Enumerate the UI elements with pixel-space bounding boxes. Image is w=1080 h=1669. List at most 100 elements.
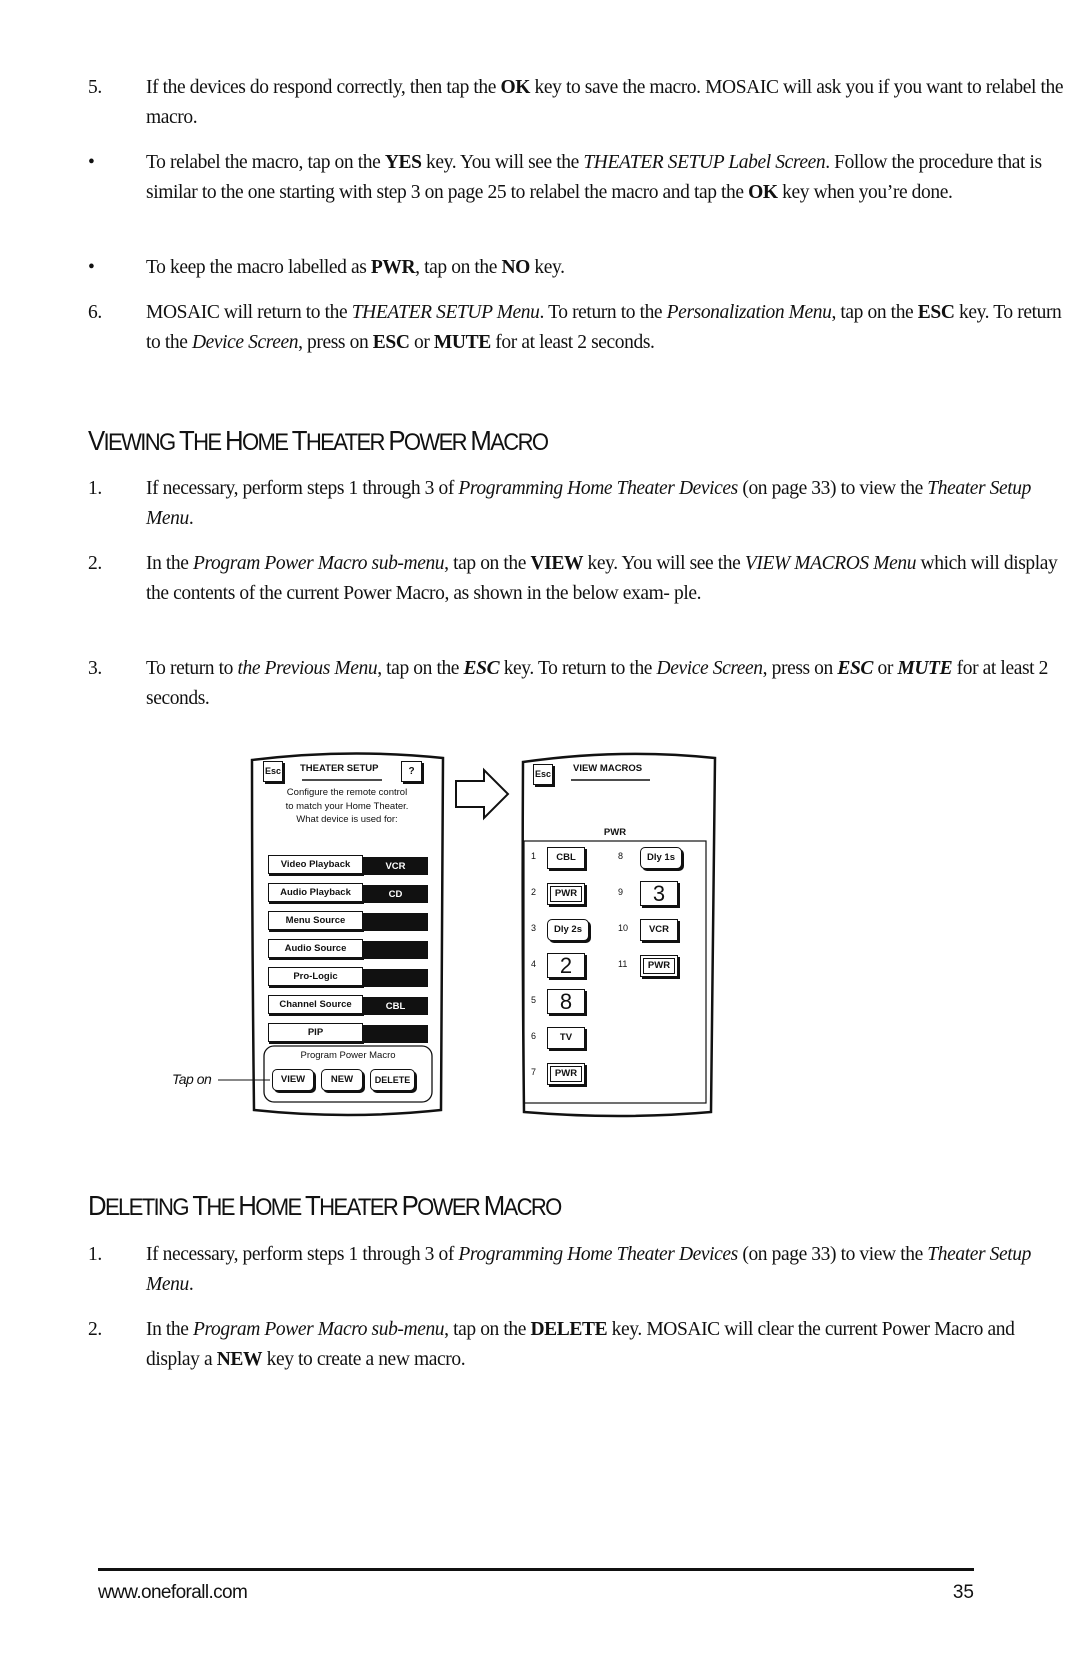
emphasis-key: DELETE: [530, 1319, 608, 1340]
emphasis-key: MUTE: [897, 658, 953, 679]
tap-on-callout: Tap on: [172, 1071, 212, 1087]
emphasis-term: Program Power Macro sub-menu: [193, 1319, 445, 1340]
setting-value: CD: [363, 885, 428, 903]
emphasis-term: THEATER SETUP Label Screen: [583, 152, 826, 173]
emphasis-key: PWR: [370, 257, 416, 278]
macro-step-key[interactable]: 3: [640, 881, 678, 906]
emphasis-term: VIEW MACROS Menu: [744, 553, 917, 574]
setting-label: Channel Source: [268, 995, 363, 1014]
macro-step-key[interactable]: Dly 1s: [640, 847, 682, 869]
macro-step-number: 8: [618, 851, 624, 861]
macro-step-key[interactable]: TV: [547, 1027, 585, 1049]
bullet-text: To keep the macro labelled as PWR, tap o…: [146, 257, 565, 278]
setting-label: Menu Source: [268, 911, 363, 930]
section-heading-deleting: DELETING THE HOME THEATER POWER MACRO: [88, 1190, 562, 1221]
setting-value: VCR: [363, 857, 428, 875]
macro-step-number: 6: [531, 1031, 537, 1041]
program-power-macro-title: Program Power Macro: [300, 1050, 396, 1061]
macro-step-number: 10: [618, 923, 629, 933]
bullet-marker: •: [88, 152, 95, 173]
bullet-marker: •: [88, 257, 95, 278]
bullet-text: To relabel the macro, tap on the YES key…: [146, 152, 1042, 203]
step-text: If necessary, perform steps 1 through 3 …: [146, 478, 1031, 529]
help-button[interactable]: ?: [401, 761, 422, 782]
step-marker: 2.: [88, 1319, 102, 1340]
emphasis-term: Programming Home Theater Devices: [458, 1244, 738, 1265]
macro-step-number: 4: [531, 959, 537, 969]
step-text: To return to the Previous Menu, tap on t…: [146, 658, 1048, 709]
view-button[interactable]: VIEW: [272, 1069, 314, 1091]
description-line: Configure the remote control: [286, 787, 408, 798]
step-marker: 6.: [88, 302, 102, 323]
step-marker: 2.: [88, 553, 102, 574]
macro-step-number: 2: [531, 887, 537, 897]
macro-step-number: 1: [531, 851, 537, 861]
emphasis-key: OK: [500, 77, 531, 98]
emphasis-term: the Previous Menu: [237, 658, 378, 679]
emphasis-key: VIEW: [530, 553, 584, 574]
macro-step-number: 7: [531, 1067, 537, 1077]
setting-label: Audio Source: [268, 939, 363, 958]
setting-audio-playback[interactable]: Audio Playback CD: [268, 883, 428, 903]
emphasis-key: MUTE: [433, 332, 491, 353]
macro-step-key[interactable]: PWR: [547, 1063, 585, 1085]
emphasis-key: OK: [748, 182, 778, 203]
setting-label: Video Playback: [268, 855, 363, 874]
setting-pip[interactable]: PIP: [268, 1023, 428, 1043]
emphasis-key: NO: [501, 257, 531, 278]
description-line: What device is used for:: [296, 814, 398, 825]
esc-button[interactable]: Esc: [533, 764, 553, 785]
footer-url: www.oneforall.com: [98, 1582, 248, 1603]
macro-step-key[interactable]: CBL: [547, 847, 585, 869]
view-macros-title: VIEW MACROS: [573, 763, 643, 774]
step-text: In the Program Power Macro sub-menu, tap…: [146, 1319, 1015, 1370]
step-marker: 3.: [88, 658, 102, 679]
setting-value: [363, 941, 428, 959]
emphasis-key: ESC: [463, 658, 500, 679]
macro-step-key[interactable]: Dly 2s: [547, 919, 589, 941]
macro-step-key[interactable]: 8: [547, 989, 585, 1014]
emphasis-key: ESC: [837, 658, 874, 679]
emphasis-key: ESC: [372, 332, 410, 353]
emphasis-term: THEATER SETUP Menu: [351, 302, 540, 323]
page-number: 35: [952, 1582, 974, 1603]
macro-step-key[interactable]: PWR: [640, 955, 678, 977]
setting-channel-source[interactable]: Channel Source CBL: [268, 995, 428, 1015]
step-marker: 1.: [88, 1244, 102, 1265]
theater-setup-description: Configure the remote control to match yo…: [262, 786, 432, 827]
delete-button[interactable]: DELETE: [370, 1069, 415, 1091]
macro-step-key[interactable]: 2: [547, 953, 585, 978]
emphasis-term: Personalization Menu: [666, 302, 832, 323]
footer-divider: [98, 1568, 974, 1571]
theater-setup-title: THEATER SETUP: [300, 763, 379, 774]
remote-screens-diagram: Esc THEATER SETUP ? Configure the remote…: [0, 0, 1080, 1669]
setting-audio-source[interactable]: Audio Source: [268, 939, 428, 959]
step-text: MOSAIC will return to the THEATER SETUP …: [146, 302, 1062, 353]
setting-video-playback[interactable]: Video Playback VCR: [268, 855, 428, 875]
description-line: to match your Home Theater.: [285, 800, 409, 812]
macro-step-number: 11: [618, 959, 628, 969]
step-text: If the devices do respond correctly, the…: [146, 77, 1064, 128]
setting-label: PIP: [268, 1023, 363, 1042]
esc-button[interactable]: Esc: [263, 761, 283, 782]
macro-step-key[interactable]: VCR: [640, 919, 678, 941]
setting-value: [363, 1025, 428, 1043]
emphasis-key: ESC: [917, 302, 955, 323]
emphasis-term: Device Screen: [656, 658, 764, 679]
setting-menu-source[interactable]: Menu Source: [268, 911, 428, 931]
emphasis-term: Device Screen: [191, 332, 299, 353]
step-text: If necessary, perform steps 1 through 3 …: [146, 1244, 1031, 1295]
setting-pro-logic[interactable]: Pro-Logic: [268, 967, 428, 987]
macro-step-number: 9: [618, 887, 624, 897]
macro-step-number: 5: [531, 995, 537, 1005]
macro-name-label: PWR: [603, 827, 627, 838]
emphasis-key: NEW: [216, 1349, 263, 1370]
new-button[interactable]: NEW: [321, 1069, 363, 1091]
step-text: In the Program Power Macro sub-menu, tap…: [146, 553, 1058, 604]
emphasis-term: Program Power Macro sub-menu: [193, 553, 445, 574]
section-heading-viewing: VIEWING THE HOME THEATER POWER MACRO: [88, 425, 549, 456]
macro-step-number: 3: [531, 923, 537, 933]
macro-step-key[interactable]: PWR: [547, 883, 585, 905]
setting-value: [363, 969, 428, 987]
setting-value: [363, 913, 428, 931]
